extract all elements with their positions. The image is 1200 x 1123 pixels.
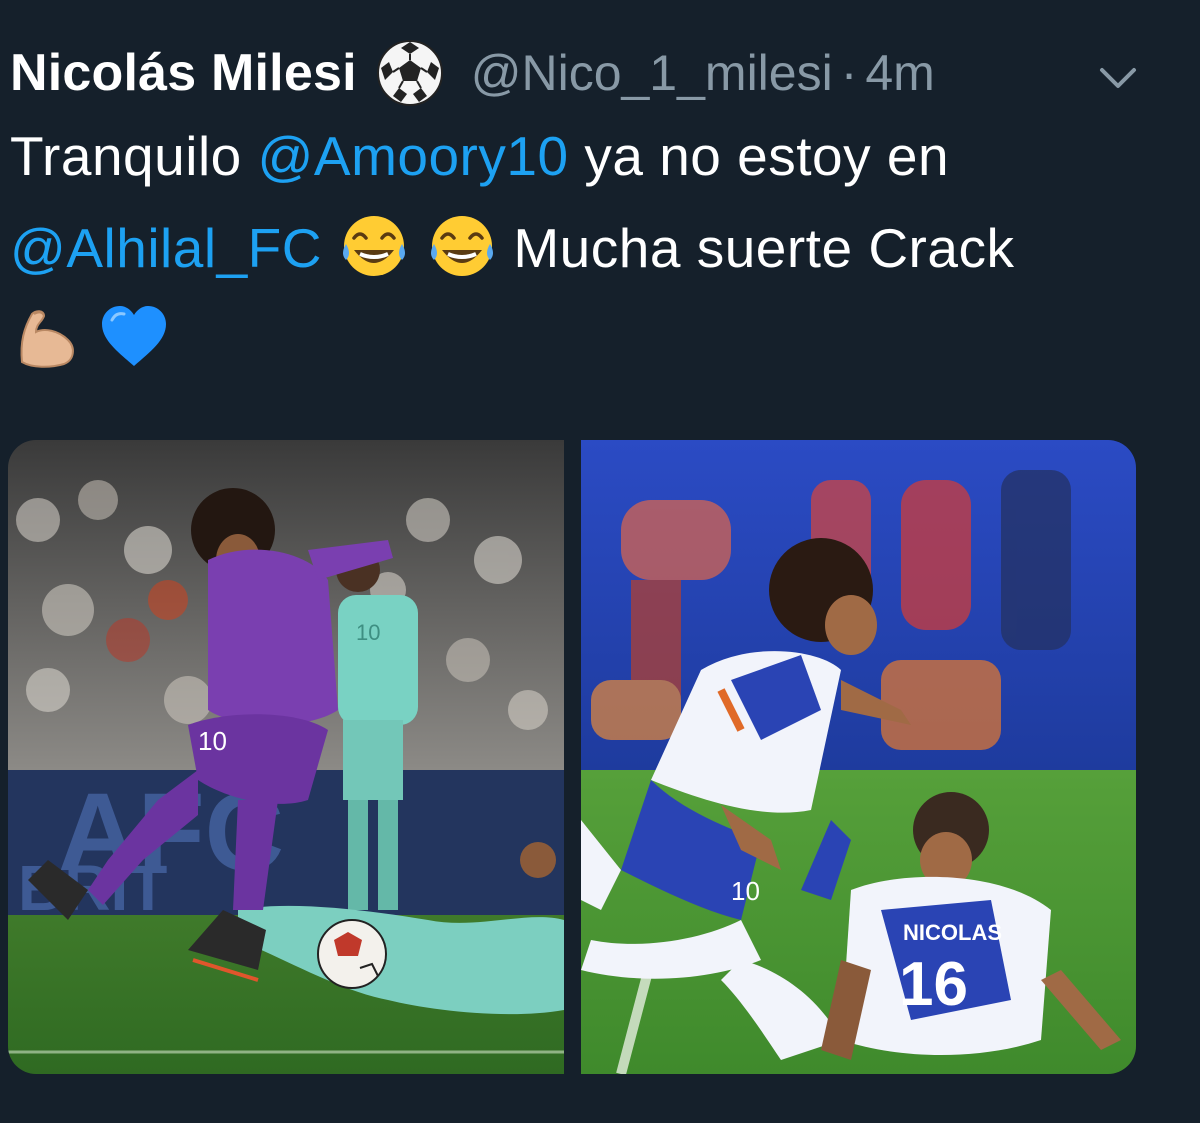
tweet-line-3	[10, 294, 1160, 386]
mention-amoory10[interactable]: @Amoory10	[258, 125, 569, 187]
chevron-down-icon[interactable]	[1094, 58, 1142, 98]
soccer-ball-icon	[376, 40, 443, 106]
left-player-number: 10	[198, 726, 227, 756]
user-handle[interactable]: @Nico_1_milesi	[471, 44, 833, 102]
opponent-number: 10	[356, 620, 380, 645]
tweet-header: Nicolás Milesi @Nico_1_milesi · 4m	[10, 38, 935, 108]
jersey-number: 16	[899, 950, 968, 1019]
tweet-card: Nicolás Milesi @Nico_1_milesi · 4m Tranq…	[0, 0, 1200, 1123]
photo-left[interactable]: AFC BRIT 10 10	[8, 440, 564, 1074]
separator-dot: ·	[840, 45, 858, 101]
photo-right[interactable]: 10 NICOLAS 16	[581, 440, 1136, 1074]
jersey-name: NICOLAS	[903, 920, 1002, 945]
blue-heart-icon	[101, 306, 166, 367]
media-grid[interactable]: AFC BRIT 10 10	[8, 440, 1136, 1074]
tweet-line-1: Tranquilo @Amoory10 ya no estoy en	[10, 110, 1160, 202]
text-ya-no-estoy: ya no estoy en	[584, 125, 950, 187]
tweet-line-2: @Alhilal_FC Mucha suerte Crack	[10, 202, 1160, 294]
tweet-text: Tranquilo @Amoory10 ya no estoy en @Alhi…	[10, 110, 1160, 386]
mention-alhilal-fc[interactable]: @Alhilal_FC	[10, 217, 322, 279]
text-tranquilo: Tranquilo	[10, 125, 242, 187]
tears-of-joy-icon	[430, 216, 493, 277]
flexed-biceps-icon	[20, 310, 74, 369]
display-name[interactable]: Nicolás Milesi	[10, 43, 357, 103]
text-mucha-suerte: Mucha suerte Crack	[513, 217, 1015, 279]
timestamp[interactable]: 4m	[865, 44, 934, 102]
photo-divider	[564, 440, 581, 1074]
right-player-number: 10	[731, 876, 760, 906]
tears-of-joy-icon	[342, 216, 405, 277]
